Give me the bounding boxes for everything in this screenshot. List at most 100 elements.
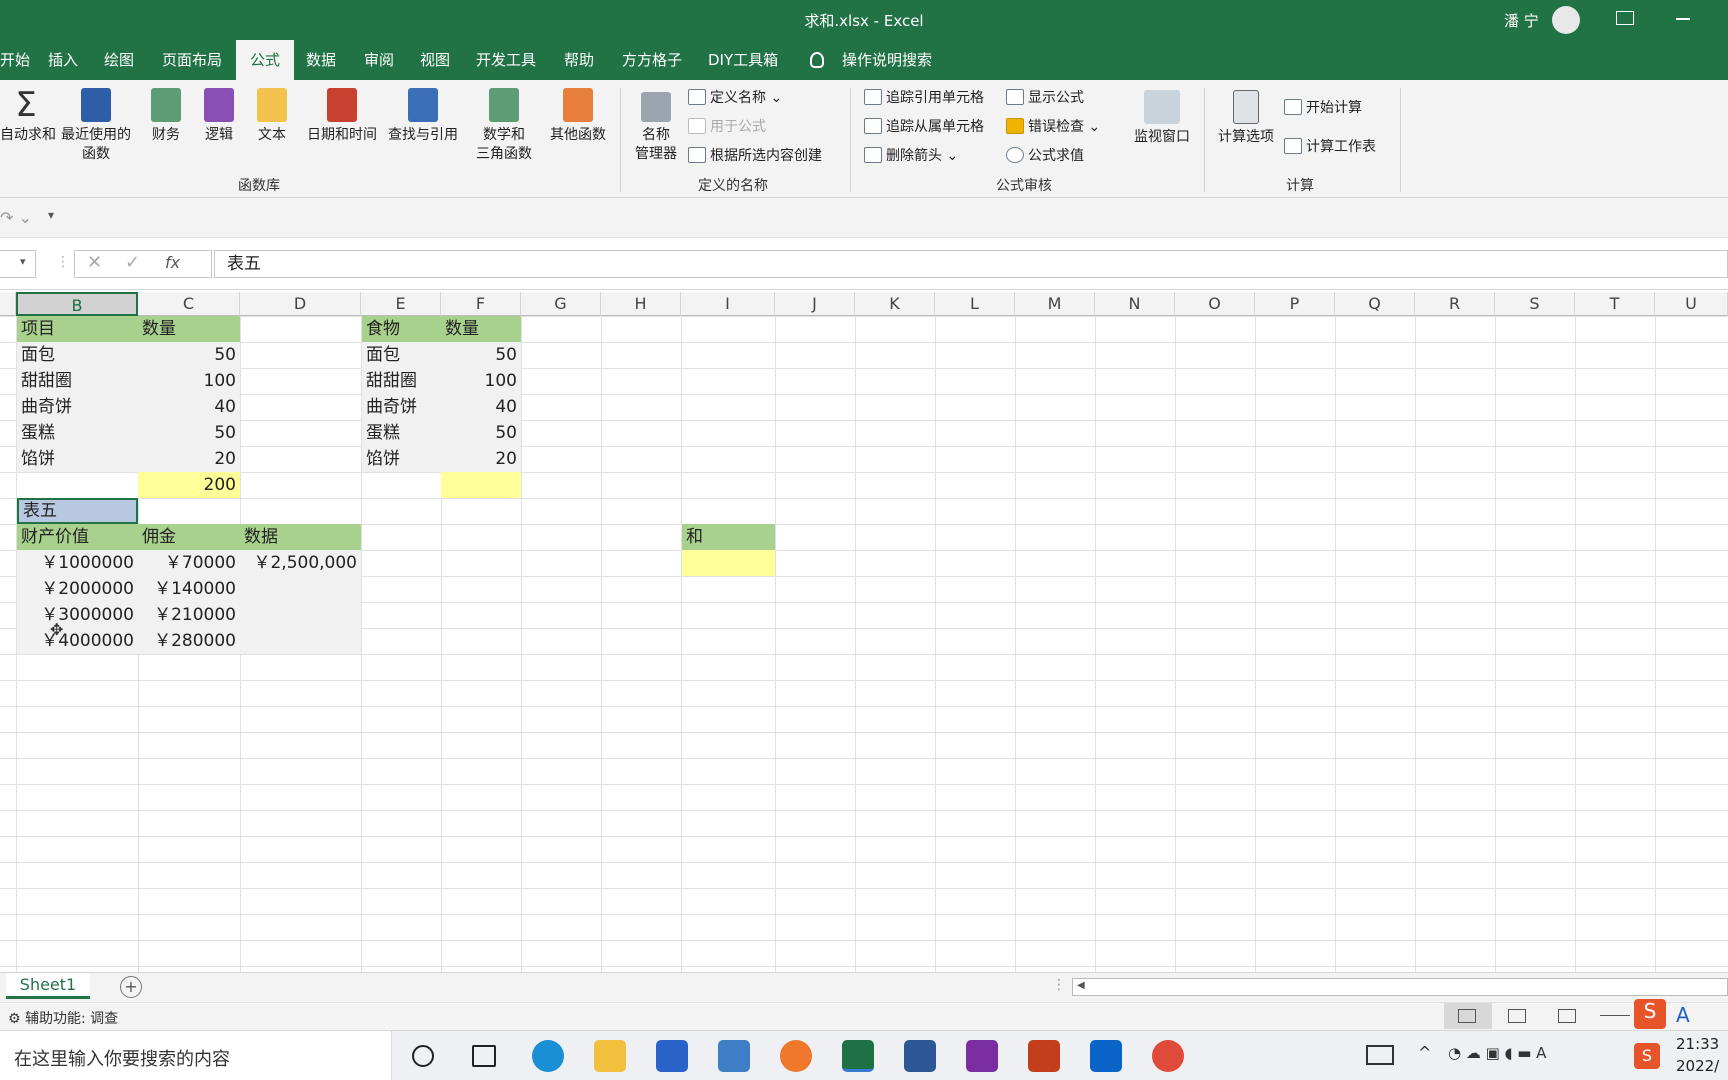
remove-arrows-button[interactable]: 删除箭头 ⌄ (864, 146, 958, 166)
table5-cell[interactable]: ￥210000 (138, 602, 240, 628)
tab-formulas[interactable]: 公式 (236, 40, 295, 80)
table1-cell[interactable]: 40 (138, 394, 240, 420)
outlook-icon[interactable] (1090, 1040, 1122, 1072)
tab-draw[interactable]: 绘图 (104, 40, 134, 80)
column-header[interactable]: J (775, 292, 855, 316)
ime-s-icon[interactable]: S (1634, 999, 1666, 1029)
tell-me-search[interactable]: 操作说明搜索 (842, 40, 932, 80)
calc-now-button[interactable]: 开始计算 (1284, 98, 1362, 118)
sum-result-cell[interactable] (682, 550, 775, 576)
table2-header-food[interactable]: 食物 (362, 316, 441, 342)
table5-data-cell[interactable] (240, 576, 361, 602)
trace-precedents-button[interactable]: 追踪引用单元格 (864, 88, 984, 108)
table2-cell[interactable]: 20 (441, 446, 521, 472)
chrome-icon[interactable] (1152, 1040, 1184, 1072)
autosum-button[interactable]: Σ 自动求和 (0, 88, 56, 145)
page-break-icon[interactable] (1558, 1009, 1576, 1023)
table2-cell[interactable]: 面包 (362, 342, 441, 368)
table2-total-cell[interactable] (441, 472, 521, 498)
column-header[interactable]: M (1015, 292, 1095, 316)
avatar[interactable] (1552, 6, 1580, 34)
tab-home[interactable]: 开始 (0, 40, 30, 80)
table2-cell[interactable]: 曲奇饼 (362, 394, 441, 420)
column-header[interactable]: U (1655, 292, 1728, 316)
column-header[interactable]: K (855, 292, 935, 316)
create-from-selection-button[interactable]: 根据所选内容创建 (688, 146, 822, 166)
word-icon[interactable] (904, 1040, 936, 1072)
table5-header-commission[interactable]: 佣金 (138, 524, 240, 550)
minimize-icon[interactable] (1676, 18, 1690, 20)
column-header[interactable]: C (138, 292, 240, 316)
calc-sheet-button[interactable]: 计算工作表 (1284, 137, 1376, 157)
column-header[interactable]: S (1495, 292, 1575, 316)
column-header[interactable]: G (521, 292, 601, 316)
column-header[interactable]: F (441, 292, 521, 316)
table2-cell[interactable]: 50 (441, 342, 521, 368)
error-checking-button[interactable]: 错误检查 ⌄ (1006, 117, 1100, 137)
sum-header[interactable]: 和 (682, 524, 775, 550)
column-header[interactable]: E (361, 292, 441, 316)
horizontal-scrollbar[interactable]: ◀ (1072, 978, 1728, 996)
ime-a-icon[interactable]: A (1676, 1003, 1690, 1027)
table2-cell[interactable]: 馅饼 (362, 446, 441, 472)
table1-cell[interactable]: 50 (138, 420, 240, 446)
table5-header-data[interactable]: 数据 (240, 524, 361, 550)
math-button[interactable]: 数学和 三角函数 (466, 88, 542, 164)
firefox-icon[interactable] (780, 1040, 812, 1072)
tab-help[interactable]: 帮助 (564, 40, 594, 80)
table2-cell[interactable]: 50 (441, 420, 521, 446)
cortana-icon[interactable] (412, 1045, 434, 1067)
tab-insert[interactable]: 插入 (48, 40, 78, 80)
table2-cell[interactable]: 蛋糕 (362, 420, 441, 446)
column-header[interactable]: D (240, 292, 361, 316)
calc-options-button[interactable]: 计算选项 (1214, 90, 1278, 147)
column-header[interactable]: H (601, 292, 681, 316)
finance-button[interactable]: 财务 (146, 88, 186, 145)
watch-window-button[interactable]: 监视窗口 (1130, 90, 1194, 147)
tab-page-layout[interactable]: 页面布局 (162, 40, 222, 80)
column-header[interactable]: B (16, 292, 138, 316)
excel-icon[interactable] (842, 1040, 874, 1072)
table5-cell[interactable]: ￥4000000 (17, 628, 138, 654)
cancel-icon[interactable]: ✕ (87, 252, 102, 273)
enter-icon[interactable]: ✓ (125, 252, 140, 273)
zoom-slider[interactable] (1600, 1015, 1630, 1016)
clock-date[interactable]: 2022/ (1676, 1057, 1719, 1075)
formula-input[interactable]: 表五 (214, 250, 1728, 278)
table1-cell[interactable]: 曲奇饼 (17, 394, 138, 420)
tray-expand-icon[interactable]: ^ (1418, 1043, 1431, 1062)
table2-cell[interactable]: 100 (441, 368, 521, 394)
page-layout-icon[interactable] (1508, 1009, 1526, 1023)
clock-time[interactable]: 21:33 (1676, 1035, 1719, 1053)
user-name[interactable]: 潘 宁 (1504, 10, 1539, 31)
table1-total-cell[interactable]: 200 (138, 472, 240, 498)
table2-cell[interactable]: 40 (441, 394, 521, 420)
table5-header-value[interactable]: 财产价值 (17, 524, 138, 550)
trace-dependents-button[interactable]: 追踪从属单元格 (864, 117, 984, 137)
tab-diy[interactable]: DIY工具箱 (708, 40, 778, 80)
table1-cell[interactable]: 面包 (17, 342, 138, 368)
table2-header-qty[interactable]: 数量 (441, 316, 521, 342)
table5-cell[interactable]: ￥1000000 (17, 550, 138, 576)
define-name-button[interactable]: 定义名称 ⌄ (688, 88, 782, 108)
tab-developer[interactable]: 开发工具 (476, 40, 536, 80)
splitter-handle[interactable]: ⋮ (1052, 977, 1066, 993)
sogou-tray-icon[interactable]: S (1634, 1043, 1660, 1069)
name-manager-button[interactable]: 名称 管理器 (632, 92, 680, 164)
table2-cell[interactable]: 甜甜圈 (362, 368, 441, 394)
table5-cell[interactable]: ￥280000 (138, 628, 240, 654)
table5-data-cell[interactable] (240, 628, 361, 654)
table5-cell[interactable]: ￥140000 (138, 576, 240, 602)
customize-qat-icon[interactable]: ▾ (48, 208, 54, 222)
use-in-formula-button[interactable]: 用于公式 (688, 117, 766, 137)
table5-cell[interactable]: ￥70000 (138, 550, 240, 576)
table5-data-cell[interactable]: ￥2,500,000 (240, 550, 361, 576)
table1-cell[interactable]: 50 (138, 342, 240, 368)
column-header[interactable]: P (1255, 292, 1335, 316)
other-functions-button[interactable]: 其他函数 (546, 88, 610, 145)
table1-cell[interactable]: 馅饼 (17, 446, 138, 472)
table1-cell[interactable]: 20 (138, 446, 240, 472)
table1-header-item[interactable]: 项目 (17, 316, 138, 342)
show-formulas-button[interactable]: 显示公式 (1006, 88, 1084, 108)
datetime-button[interactable]: 日期和时间 (302, 88, 382, 145)
